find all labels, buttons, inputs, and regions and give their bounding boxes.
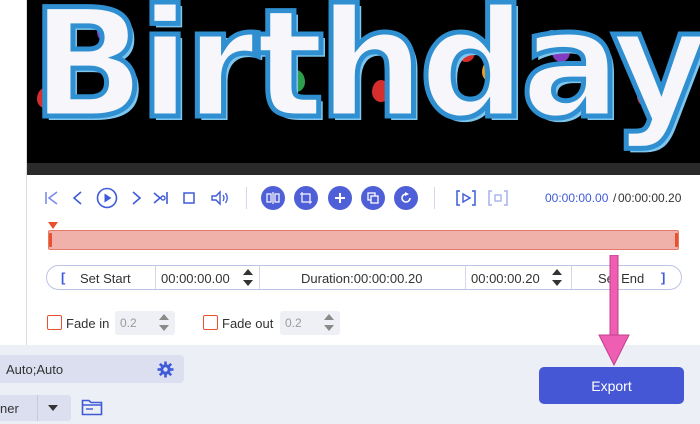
export-button[interactable]: Export: [539, 367, 684, 404]
output-settings-field[interactable]: Auto;Auto: [0, 355, 184, 383]
trim-divider: [465, 266, 466, 289]
save-to-value: ner: [0, 401, 19, 416]
start-time-stepper[interactable]: [243, 269, 253, 287]
output-settings-value: Auto;Auto: [6, 362, 64, 377]
prev-frame-icon[interactable]: [66, 184, 90, 212]
fade-in-checkbox[interactable]: [47, 315, 62, 330]
set-start-bracket: [: [61, 270, 66, 285]
preview-bottom-strip: [27, 163, 700, 175]
set-start-button[interactable]: Set Start: [80, 271, 131, 286]
start-time-field[interactable]: 00:00:00.00: [161, 271, 230, 286]
duration-text: Duration:00:00:00.20: [301, 271, 423, 286]
fade-in-value: 0.2: [120, 316, 137, 330]
playback-controls: 00:00:00.00 / 00:00:00.20: [40, 184, 700, 212]
fade-in-stepper[interactable]: 0.2: [115, 311, 175, 335]
fade-out-stepper[interactable]: 0.2: [280, 311, 340, 335]
preview-overlay-text: Birthday: [29, 0, 700, 155]
trim-divider: [571, 266, 572, 289]
time-separator: /: [613, 191, 617, 205]
total-time: 00:00:00.20: [618, 191, 682, 205]
set-out-icon[interactable]: [486, 184, 510, 212]
end-time-field[interactable]: 00:00:00.20: [471, 271, 540, 286]
next-frame-icon[interactable]: [124, 184, 148, 212]
dropdown-divider: [37, 395, 38, 421]
volume-icon[interactable]: [208, 184, 232, 212]
timeline-end-handle[interactable]: [675, 233, 678, 247]
end-time-stepper[interactable]: [552, 269, 562, 287]
reset-icon[interactable]: [394, 184, 418, 212]
add-segment-icon[interactable]: [328, 184, 352, 212]
controls-divider: [246, 187, 247, 209]
left-panel-edge: [0, 0, 27, 345]
timeline-selection[interactable]: [48, 230, 679, 250]
trim-bar: [ Set Start 00:00:00.00 Duration:00:00:0…: [46, 265, 682, 290]
trim-divider: [155, 266, 156, 289]
copy-icon[interactable]: [361, 184, 385, 212]
set-end-bracket: ]: [661, 270, 666, 285]
save-to-dropdown[interactable]: ner: [0, 395, 71, 421]
current-time: 00:00:00.00: [545, 191, 609, 205]
crop-icon[interactable]: [294, 184, 318, 212]
video-preview: Birthday: [27, 0, 700, 163]
split-icon[interactable]: [261, 184, 285, 212]
fade-out-value: 0.2: [285, 316, 302, 330]
trim-divider: [259, 266, 260, 289]
skip-end-icon[interactable]: [149, 184, 173, 212]
fade-out-label: Fade out: [222, 316, 274, 331]
set-in-icon[interactable]: [454, 184, 478, 212]
controls-divider: [434, 187, 435, 209]
playhead-marker[interactable]: [48, 222, 58, 229]
timeline-start-handle[interactable]: [49, 233, 52, 247]
play-icon[interactable]: [95, 184, 119, 212]
skip-start-icon[interactable]: [40, 184, 64, 212]
annotation-arrow-icon: [598, 255, 630, 367]
folder-icon[interactable]: [81, 398, 103, 421]
stop-icon[interactable]: [177, 184, 201, 212]
fade-in-label: Fade in: [66, 316, 110, 331]
fade-out-checkbox[interactable]: [203, 315, 218, 330]
gear-icon[interactable]: [157, 361, 174, 383]
chevron-down-icon[interactable]: [48, 405, 58, 411]
